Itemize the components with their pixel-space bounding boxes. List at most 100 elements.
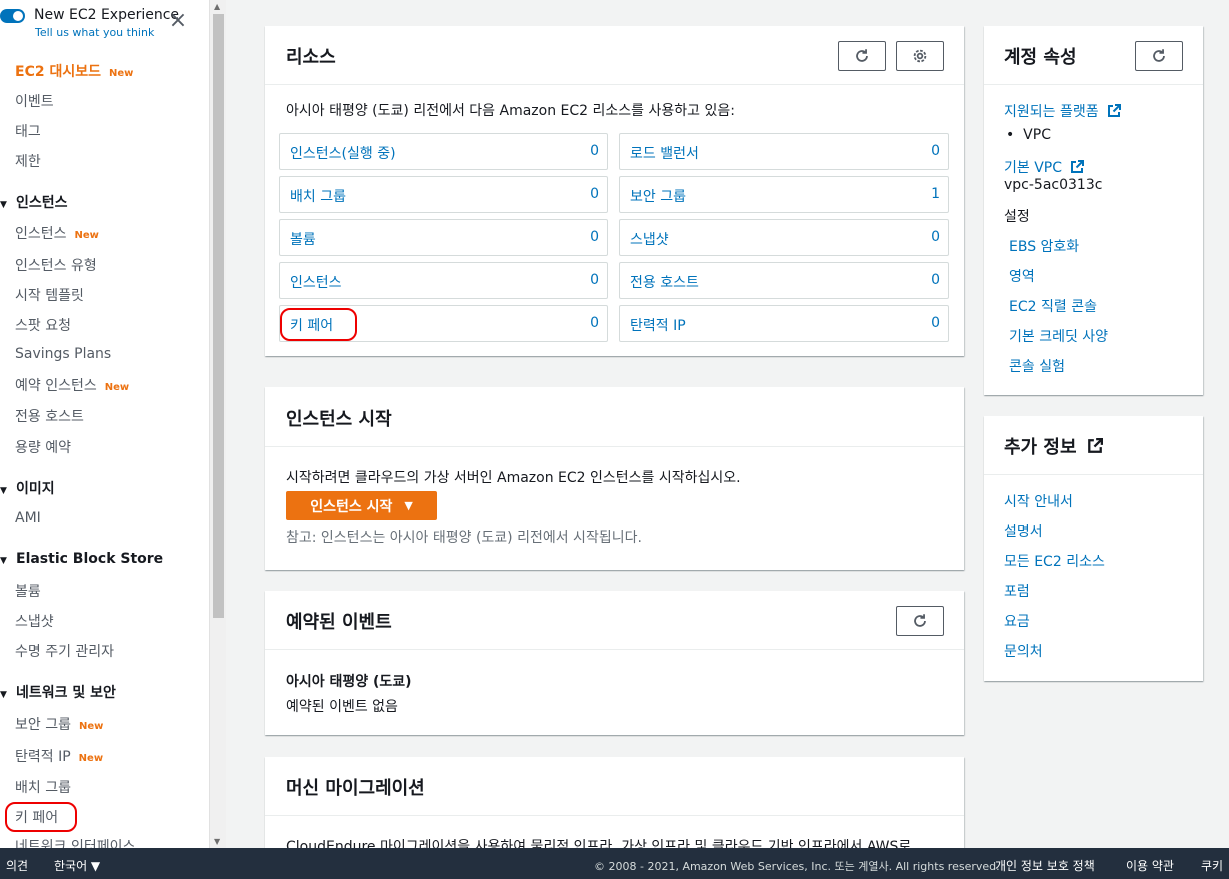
resource-cell[interactable]: 인스턴스 0 [279, 262, 608, 299]
sidebar-item-launch-templates[interactable]: 시작 템플릿 [15, 285, 84, 305]
sidebar-section-images[interactable]: ▼ 이미지 [0, 478, 55, 498]
resource-label[interactable]: 스냅샷 [630, 229, 669, 249]
external-link-icon [1108, 104, 1122, 117]
sidebar-item-network-interfaces[interactable]: 네트워크 인터페이스 [15, 836, 135, 848]
scrollbar-thumb[interactable] [213, 14, 224, 618]
refresh-button[interactable] [1135, 41, 1183, 71]
sidebar-item-dedicated-hosts[interactable]: 전용 호스트 [15, 406, 84, 426]
launch-instance-button[interactable]: 인스턴스 시작 ▼ [286, 491, 437, 520]
default-vpc-link[interactable]: 기본 VPC [1004, 157, 1085, 177]
resource-label[interactable]: 보안 그룹 [630, 186, 686, 206]
resource-count[interactable]: 0 [590, 186, 599, 202]
ebs-encryption-link[interactable]: EBS 암호화 [1009, 236, 1079, 256]
panel-header: 인스턴스 시작 [265, 387, 964, 447]
sidebar-item-savings-plans[interactable]: Savings Plans [15, 346, 111, 362]
resource-label[interactable]: 인스턴스 [290, 272, 342, 292]
feedback-link[interactable]: 의견 [6, 857, 28, 874]
resource-count[interactable]: 0 [931, 229, 940, 245]
resource-count[interactable]: 0 [590, 143, 599, 159]
scheduled-events-panel: 예약된 이벤트 아시아 태평양 (도쿄) 예약된 이벤트 없음 [265, 591, 964, 735]
resource-count[interactable]: 1 [931, 186, 940, 202]
resource-cell[interactable]: 스냅샷 0 [619, 219, 949, 256]
sidebar-item-ami[interactable]: AMI [15, 510, 41, 526]
sidebar-item-instance-types[interactable]: 인스턴스 유형 [15, 255, 97, 275]
documentation-link[interactable]: 설명서 [1004, 521, 1043, 541]
sidebar-item-limits[interactable]: 제한 [15, 151, 41, 171]
sidebar-item-security-groups[interactable]: 보안 그룹 New [15, 714, 103, 734]
default-credit-spec-link[interactable]: 기본 크레딧 사양 [1009, 326, 1108, 346]
console-experiments-link[interactable]: 콘솔 실험 [1009, 356, 1065, 376]
resource-count[interactable]: 0 [590, 315, 599, 331]
resource-label[interactable]: 탄력적 IP [630, 315, 686, 335]
resource-cell[interactable]: 볼륨 0 [279, 219, 608, 256]
sidebar-item-snapshots[interactable]: 스냅샷 [15, 611, 54, 631]
zones-link[interactable]: 영역 [1009, 266, 1035, 286]
resource-count[interactable]: 0 [931, 315, 940, 331]
sidebar-item-placement-groups[interactable]: 배치 그룹 [15, 777, 71, 797]
sidebar-item-events[interactable]: 이벤트 [15, 91, 54, 111]
sidebar-item-spot-requests[interactable]: 스팟 요청 [15, 315, 71, 335]
sidebar-section-label: Elastic Block Store [16, 551, 164, 567]
new-badge: New [108, 68, 134, 79]
sidebar-item-elastic-ips[interactable]: 탄력적 IP New [15, 746, 103, 766]
resource-count[interactable]: 0 [590, 272, 599, 288]
getting-started-link[interactable]: 시작 안내서 [1004, 491, 1073, 511]
events-empty: 예약된 이벤트 없음 [286, 699, 398, 715]
launch-note: 참고: 인스턴스는 아시아 태평양 (도쿄) 리전에서 시작됩니다. [286, 530, 642, 546]
sidebar-item-lifecycle-manager[interactable]: 수명 주기 관리자 [15, 641, 114, 661]
forums-link[interactable]: 포럼 [1004, 581, 1030, 601]
new-badge: New [104, 382, 130, 393]
sidebar-scrollbar[interactable]: ▲ ▼ [209, 0, 226, 848]
all-ec2-resources-link[interactable]: 모든 EC2 리소스 [1004, 551, 1105, 571]
resource-label[interactable]: 인스턴스(실행 중) [290, 143, 396, 163]
pricing-link[interactable]: 요금 [1004, 611, 1030, 631]
cookies-link[interactable]: 쿠키 [1201, 857, 1223, 874]
events-region: 아시아 태평양 (도쿄) [286, 674, 412, 690]
settings-button[interactable] [896, 41, 944, 71]
resource-label[interactable]: 볼륨 [290, 229, 316, 249]
new-experience-toggle[interactable] [0, 9, 25, 23]
privacy-policy-link[interactable]: 개인 정보 보호 정책 [995, 857, 1095, 874]
copyright-text: © 2008 - 2021, Amazon Web Services, Inc.… [594, 860, 1000, 873]
supported-platforms-link[interactable]: 지원되는 플랫폼 [1004, 101, 1122, 121]
sidebar-item-capacity-reservations[interactable]: 용량 예약 [15, 437, 71, 457]
sidebar-section-instances[interactable]: ▼ 인스턴스 [0, 192, 68, 212]
resource-cell[interactable]: 인스턴스(실행 중) 0 [279, 133, 608, 170]
machine-migration-panel: 머신 마이그레이션 CloudEndure 마이그레이션을 사용하여 물리적 인… [265, 757, 964, 848]
sidebar-item-volumes[interactable]: 볼륨 [15, 581, 41, 601]
resource-count[interactable]: 0 [590, 229, 599, 245]
refresh-button[interactable] [838, 41, 886, 71]
ec2-serial-console-link[interactable]: EC2 직렬 콘솔 [1009, 296, 1097, 316]
sidebar-section-network[interactable]: ▼ 네트워크 및 보안 [0, 682, 116, 702]
new-badge: New [78, 721, 104, 732]
resource-cell[interactable]: 탄력적 IP 0 [619, 305, 949, 342]
external-link-icon [1071, 160, 1085, 173]
language-selector[interactable]: 한국어 ▼ [54, 857, 100, 874]
terms-link[interactable]: 이용 약관 [1126, 857, 1174, 874]
refresh-button[interactable] [896, 606, 944, 636]
resource-count[interactable]: 0 [931, 272, 940, 288]
panel-header: 계정 속성 [984, 26, 1203, 85]
resource-label[interactable]: 배치 그룹 [290, 186, 346, 206]
footer: 의견 한국어 ▼ © 2008 - 2021, Amazon Web Servi… [0, 848, 1229, 879]
scroll-down-icon[interactable]: ▼ [214, 837, 220, 846]
sidebar-item-tags[interactable]: 태그 [15, 121, 41, 141]
resource-cell[interactable]: 로드 밸런서 0 [619, 133, 949, 170]
scroll-up-icon[interactable]: ▲ [214, 2, 220, 11]
sidebar-item-instances[interactable]: 인스턴스 New [15, 223, 99, 243]
sidebar-item-reserved-instances[interactable]: 예약 인스턴스 New [15, 375, 129, 395]
resource-cell[interactable]: 전용 호스트 0 [619, 262, 949, 299]
contact-link[interactable]: 문의처 [1004, 641, 1043, 661]
feedback-link[interactable]: Tell us what you think [35, 26, 154, 39]
sidebar-item-dashboard[interactable]: EC2 대시보드 New [15, 61, 133, 81]
panel-title: 머신 마이그레이션 [286, 778, 425, 799]
resource-label[interactable]: 로드 밸런서 [630, 143, 699, 163]
resource-label[interactable]: 전용 호스트 [630, 272, 699, 292]
resource-cell[interactable]: 배치 그룹 0 [279, 176, 608, 213]
sidebar-section-ebs[interactable]: ▼ Elastic Block Store [0, 551, 163, 567]
close-icon[interactable]: × [168, 10, 188, 32]
resource-cell[interactable]: 보안 그룹 1 [619, 176, 949, 213]
resource-count[interactable]: 0 [931, 143, 940, 159]
sidebar-section-label: 네트워크 및 보안 [16, 685, 116, 701]
sidebar-item-label: 보안 그룹 [15, 717, 71, 733]
